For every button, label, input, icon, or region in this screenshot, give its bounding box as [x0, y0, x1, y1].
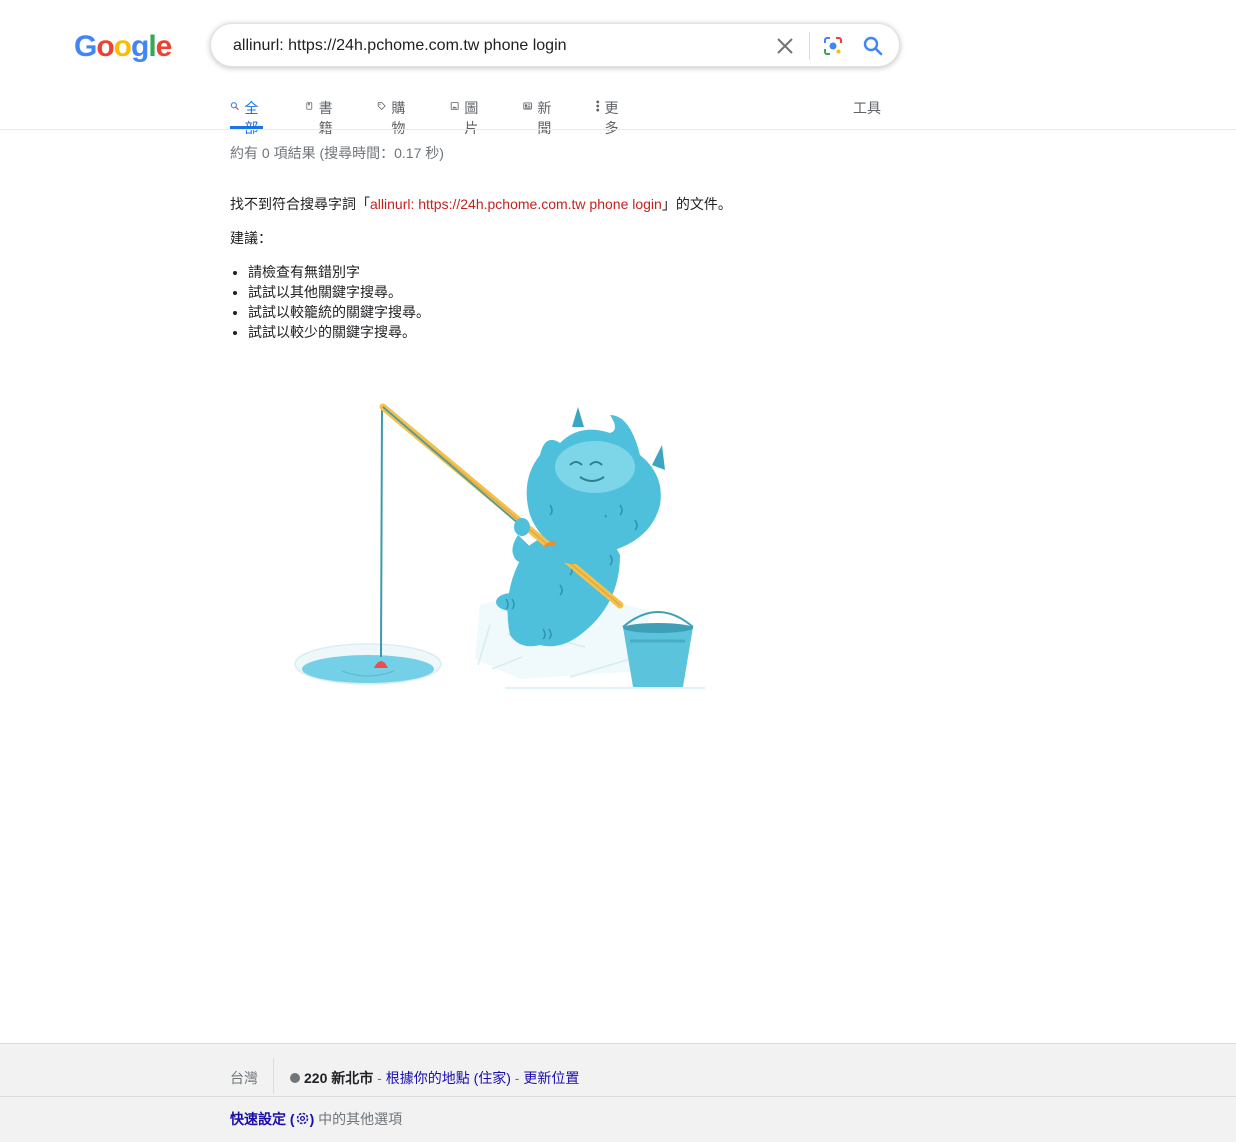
more-options-text: 中的其他選項 [314, 1111, 403, 1127]
footer-location: 220 新北市 - 根據你的地點 (住家) - 更新位置 [290, 1068, 579, 1088]
quick-settings-label: 快速設定 ( [230, 1111, 295, 1127]
suggestions-list: 請檢查有無錯別字 試試以其他關鍵字搜尋。 試試以較籠統的關鍵字搜尋。 試試以較少… [230, 262, 430, 342]
google-logo[interactable]: Google [74, 30, 173, 64]
logo-letter: l [148, 30, 156, 63]
suggestion-item: 試試以其他關鍵字搜尋。 [248, 282, 430, 302]
quick-settings-link[interactable]: 快速設定 () [230, 1111, 314, 1127]
more-vert-icon [596, 100, 600, 112]
logo-letter: o [96, 30, 114, 63]
tabs-divider [0, 129, 1236, 130]
camera-lens-icon[interactable] [821, 34, 845, 58]
tab-news[interactable]: 新聞 [523, 88, 556, 136]
search-icon [230, 102, 239, 111]
tab-shopping[interactable]: 購物 [377, 88, 410, 136]
suggestion-item: 試試以較少的關鍵字搜尋。 [248, 322, 430, 342]
tab-label: 圖片 [464, 100, 479, 136]
location-dot-icon [290, 1073, 300, 1083]
logo-letter: e [155, 30, 173, 63]
no-results-prefix: 找不到符合搜尋字詞「 [230, 196, 370, 212]
fishing-monster-illustration [294, 403, 705, 689]
tab-label: 全部 [244, 100, 259, 136]
based-on-location-link[interactable]: 根據你的地點 (住家) [386, 1070, 511, 1086]
search-input[interactable] [231, 33, 755, 59]
no-results-query: allinurl: https://24h.pchome.com.tw phon… [370, 196, 662, 212]
tab-label: 購物 [391, 100, 406, 136]
location-place: 220 新北市 [304, 1070, 374, 1086]
footer-settings-row: 快速設定 () 中的其他選項 [230, 1109, 402, 1129]
footer-country: 台灣 [230, 1070, 258, 1086]
close-icon[interactable] [773, 34, 797, 58]
tab-more[interactable]: 更多 [596, 88, 621, 136]
suggestions-title: 建議： [230, 230, 272, 246]
tag-icon [377, 102, 386, 110]
tab-label: 書籍 [318, 100, 333, 136]
suggestion-item: 請檢查有無錯別字 [248, 262, 430, 282]
tab-images[interactable]: 圖片 [450, 88, 483, 136]
logo-letter: G [74, 30, 97, 63]
no-results-suffix: 」的文件。 [661, 196, 732, 212]
image-icon [450, 102, 459, 110]
update-location-link[interactable]: 更新位置 [523, 1070, 579, 1086]
logo-letter: g [131, 30, 149, 63]
footer-divider [273, 1058, 274, 1094]
search-divider [809, 32, 810, 60]
search-box [210, 23, 900, 67]
footer-location-row: 台灣 220 新北市 - 根據你的地點 (住家) - 更新位置 [0, 1044, 1236, 1097]
suggestion-item: 試試以較籠統的關鍵字搜尋。 [248, 302, 430, 322]
tab-label: 更多 [604, 100, 619, 136]
gear-icon [296, 1112, 308, 1125]
tab-all[interactable]: 全部 [230, 88, 263, 136]
news-icon [523, 102, 532, 110]
footer-sep: - [510, 1070, 524, 1086]
tab-books[interactable]: 書籍 [305, 88, 337, 136]
search-icon[interactable] [861, 34, 885, 58]
footer-sep: - [373, 1070, 386, 1086]
result-stats: 約有 0 項結果 (搜尋時間：0.17 秒) [230, 145, 444, 161]
book-icon [306, 102, 313, 110]
no-results-message: 找不到符合搜尋字詞「allinurl: https://24h.pchome.c… [230, 194, 732, 214]
tab-label: 新聞 [537, 100, 552, 136]
footer: 台灣 220 新北市 - 根據你的地點 (住家) - 更新位置 快速設定 () … [0, 1043, 1236, 1142]
tools-button[interactable]: 工具 [853, 98, 881, 118]
logo-letter: o [113, 30, 132, 63]
